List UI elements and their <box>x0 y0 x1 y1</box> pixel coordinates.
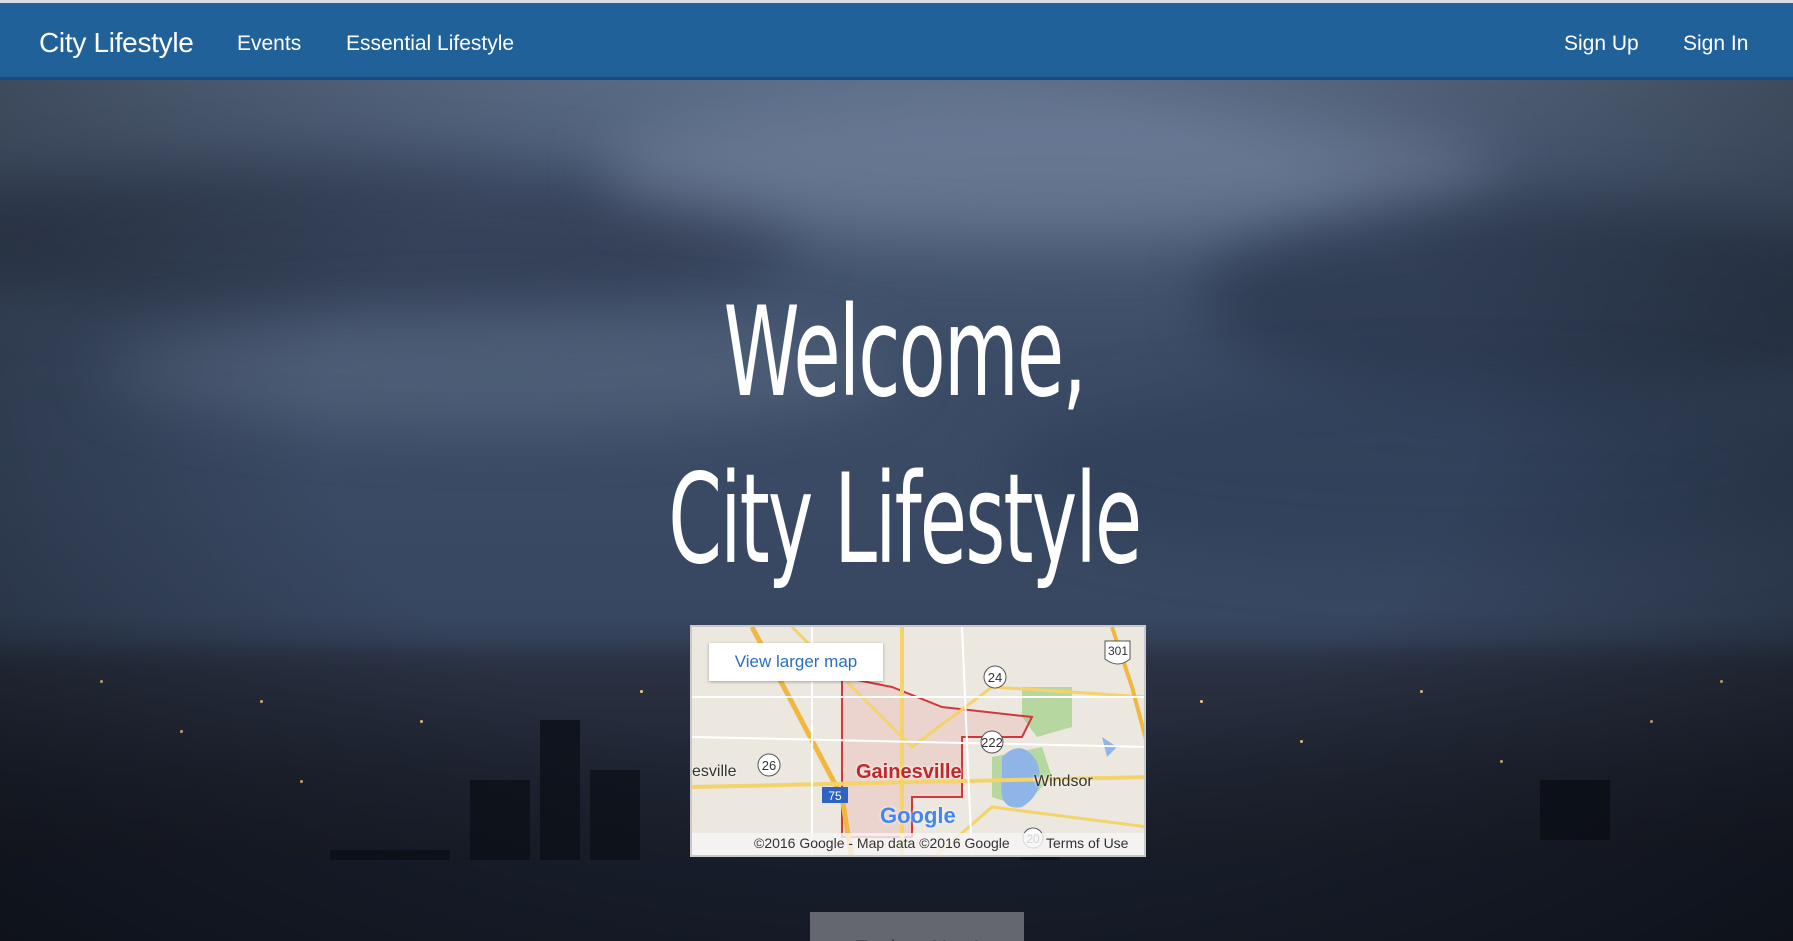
explore-now-button[interactable]: Explore Now! <box>810 912 1024 941</box>
navbar: City Lifestyle Events Essential Lifestyl… <box>0 3 1793 80</box>
hero-title-line1: Welcome, <box>723 281 1087 426</box>
svg-text:26: 26 <box>762 758 776 773</box>
map-embed[interactable]: 24 222 26 20 301 75 View larger map Gain… <box>690 625 1146 857</box>
map-city-label: Gainesville <box>856 761 962 783</box>
hero-section: Welcome, City Lifestyle 24 222 26 301 75… <box>0 80 1793 941</box>
map-place-label: Windsor <box>1034 773 1093 790</box>
brand-link[interactable]: City Lifestyle <box>39 27 194 59</box>
svg-text:301: 301 <box>1108 644 1128 658</box>
view-larger-map-link[interactable]: View larger map <box>709 643 883 681</box>
hero-title-line2: City Lifestyle <box>668 448 1142 593</box>
sign-up-link[interactable]: Sign Up <box>1564 32 1639 56</box>
terms-of-use-link[interactable]: Terms of Use <box>1046 835 1128 851</box>
svg-text:75: 75 <box>828 789 842 803</box>
nav-link-events[interactable]: Events <box>237 32 301 56</box>
map-copyright: ©2016 Google - Map data ©2016 Google <box>754 835 1010 851</box>
map-place-label: esville <box>692 763 737 780</box>
map-footer: ©2016 Google - Map data ©2016 Google Ter… <box>692 833 1144 855</box>
nav-link-essential-lifestyle[interactable]: Essential Lifestyle <box>346 32 514 56</box>
google-logo: Google <box>880 803 956 828</box>
svg-text:24: 24 <box>988 670 1002 685</box>
sign-in-link[interactable]: Sign In <box>1683 32 1748 56</box>
svg-text:222: 222 <box>981 735 1003 750</box>
